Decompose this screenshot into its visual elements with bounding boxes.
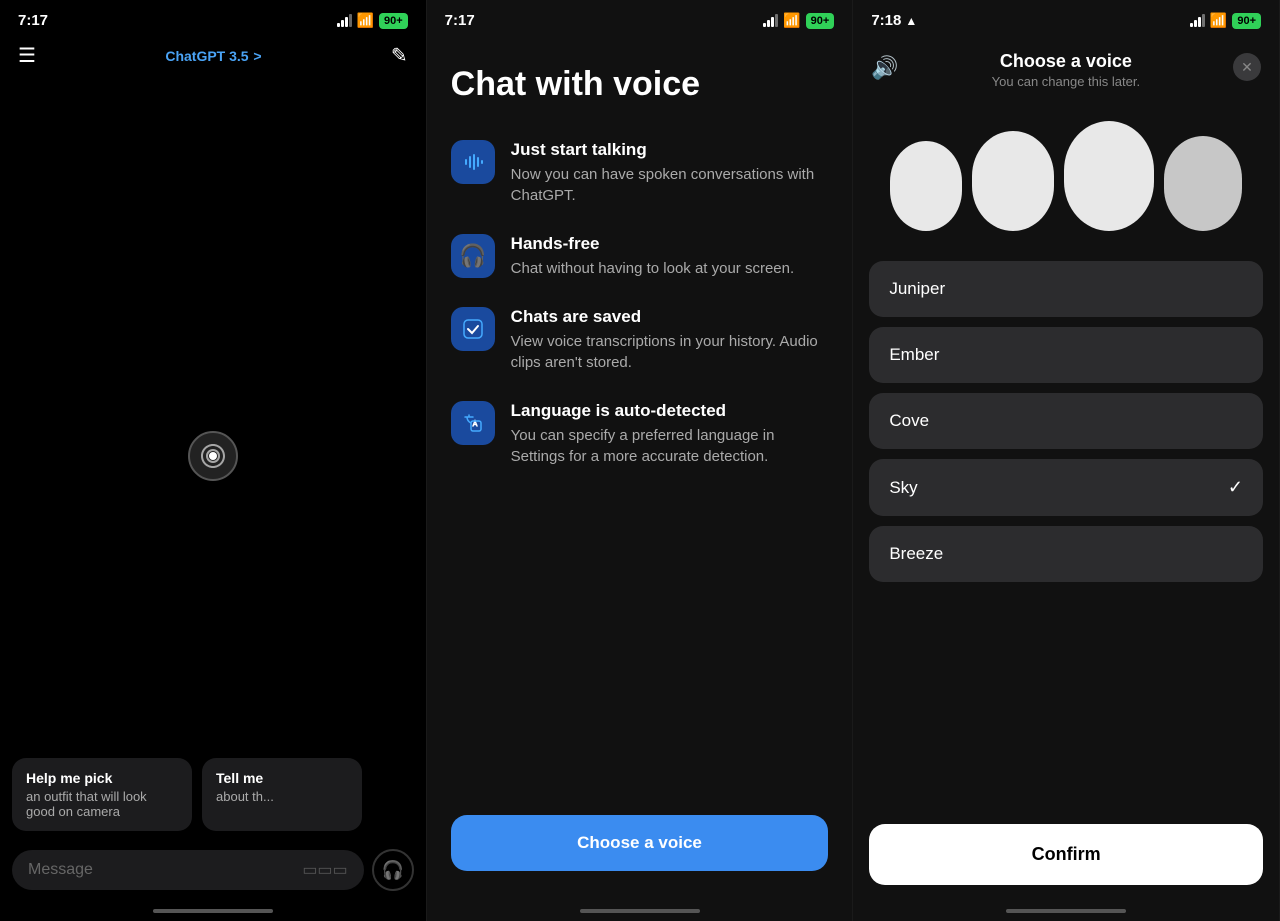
voice-sky[interactable]: Sky ✓ xyxy=(869,459,1263,516)
home-indicator-1 xyxy=(153,909,273,913)
chip-outfit[interactable]: Help me pick an outfit that will look go… xyxy=(12,758,192,831)
feat-desc-0: Now you can have spoken conversations wi… xyxy=(511,164,829,206)
feat-desc-2: View voice transcriptions in your histor… xyxy=(511,331,829,373)
check-mark-sky: ✓ xyxy=(1228,477,1243,498)
voice-header: 🔊 Choose a voice You can change this lat… xyxy=(853,35,1279,97)
voice-header-center: Choose a voice You can change this later… xyxy=(899,51,1233,89)
feat-title-2: Chats are saved xyxy=(511,307,829,327)
feat-title-1: Hands-free xyxy=(511,234,795,254)
avatar-4 xyxy=(1164,136,1242,231)
home-indicator-2 xyxy=(580,909,700,913)
feat-desc-1: Chat without having to look at your scre… xyxy=(511,258,795,279)
status-bar-2: 7:17 📶 90+ xyxy=(427,0,853,35)
suggestion-chips: Help me pick an outfit that will look go… xyxy=(0,758,426,831)
feature-handsfree-text: Hands-free Chat without having to look a… xyxy=(511,234,795,279)
panel-choose-voice: 7:18 ▲ 📶 90+ 🔊 Choose a voice You can ch… xyxy=(853,0,1280,921)
time-2: 7:17 xyxy=(445,12,475,29)
feature-list: Just start talking Now you can have spok… xyxy=(451,140,829,467)
avatars-row xyxy=(853,97,1279,261)
feature-language: Language is auto-detected You can specif… xyxy=(451,401,829,467)
top-nav-1: ☰ ChatGPT 3.5 > ✎ xyxy=(0,35,426,80)
chat-voice-title: Chat with voice xyxy=(451,65,829,104)
voice-breeze[interactable]: Breeze xyxy=(869,526,1263,582)
status-icons-2: 📶 90+ xyxy=(763,12,834,29)
handsfree-icon: 🎧 xyxy=(451,234,495,278)
status-left-3: 7:18 ▲ xyxy=(871,12,917,29)
battery-3: 90+ xyxy=(1232,13,1261,29)
feat-title-0: Just start talking xyxy=(511,140,829,160)
chip1-title: Help me pick xyxy=(26,770,178,786)
chip2-sub: about th... xyxy=(216,789,348,804)
feat-desc-3: You can specify a preferred language in … xyxy=(511,425,829,467)
hamburger-icon[interactable]: ☰ xyxy=(18,43,36,68)
signal-icon-3 xyxy=(1190,14,1205,27)
avatar-1 xyxy=(890,141,962,231)
wifi-icon-1: 📶 xyxy=(357,12,374,29)
waveform-icon: ▭▭▭ xyxy=(302,860,347,880)
feature-handsfree: 🎧 Hands-free Chat without having to look… xyxy=(451,234,829,279)
battery-1: 90+ xyxy=(379,13,408,29)
feature-language-text: Language is auto-detected You can specif… xyxy=(511,401,829,467)
voice-juniper[interactable]: Juniper xyxy=(869,261,1263,317)
voice-cove[interactable]: Cove xyxy=(869,393,1263,449)
voice-content: Chat with voice Just start talking Now y… xyxy=(427,35,853,497)
status-bar-3: 7:18 ▲ 📶 90+ xyxy=(853,0,1279,35)
feature-talking: Just start talking Now you can have spok… xyxy=(451,140,829,206)
status-icons-3: 📶 90+ xyxy=(1190,12,1261,29)
headphone-icon: 🎧 xyxy=(381,860,403,881)
compose-icon[interactable]: ✎ xyxy=(391,43,408,68)
voice-name-breeze: Breeze xyxy=(889,544,943,564)
message-placeholder: Message xyxy=(28,861,93,879)
message-bar: Message ▭▭▭ 🎧 xyxy=(12,849,414,891)
choose-voice-button[interactable]: Choose a voice xyxy=(451,815,829,871)
voice-list: Juniper Ember Cove Sky ✓ Breeze xyxy=(853,261,1279,582)
wifi-icon-3: 📶 xyxy=(1210,12,1227,29)
mic-button[interactable]: 🎧 xyxy=(372,849,414,891)
panel-chatgpt-main: 7:17 📶 90+ ☰ ChatGPT 3.5 > ✎ xyxy=(0,0,427,921)
language-icon xyxy=(451,401,495,445)
avatar-2 xyxy=(972,131,1054,231)
voice-name-ember: Ember xyxy=(889,345,939,365)
feature-saved: Chats are saved View voice transcription… xyxy=(451,307,829,373)
location-icon: ▲ xyxy=(905,14,917,28)
chip1-sub: an outfit that will look good on camera xyxy=(26,789,178,819)
voice-header-title: Choose a voice xyxy=(899,51,1233,72)
chip-tellme[interactable]: Tell me about th... xyxy=(202,758,362,831)
time-1: 7:17 xyxy=(18,12,48,29)
signal-icon-2 xyxy=(763,14,778,27)
battery-2: 90+ xyxy=(806,13,835,29)
voice-name-sky: Sky xyxy=(889,478,917,498)
nav-title-1[interactable]: ChatGPT 3.5 > xyxy=(165,46,261,66)
wifi-icon-2: 📶 xyxy=(783,12,800,29)
home-indicator-3 xyxy=(1006,909,1126,913)
avatar-3 xyxy=(1064,121,1154,231)
voice-name-cove: Cove xyxy=(889,411,929,431)
close-button[interactable]: ✕ xyxy=(1233,53,1261,81)
signal-icon-1 xyxy=(337,14,352,27)
saved-icon xyxy=(451,307,495,351)
chip2-title: Tell me xyxy=(216,770,348,786)
voice-ember[interactable]: Ember xyxy=(869,327,1263,383)
feat-title-3: Language is auto-detected xyxy=(511,401,829,421)
confirm-button[interactable]: Confirm xyxy=(869,824,1263,885)
time-3: 7:18 xyxy=(871,12,901,29)
speaker-icon: 🔊 xyxy=(871,55,898,81)
voice-name-juniper: Juniper xyxy=(889,279,945,299)
message-input[interactable]: Message ▭▭▭ xyxy=(12,850,364,890)
talking-icon xyxy=(451,140,495,184)
status-bar-1: 7:17 📶 90+ xyxy=(0,0,426,35)
openai-logo xyxy=(188,431,238,481)
feature-saved-text: Chats are saved View voice transcription… xyxy=(511,307,829,373)
feature-talking-text: Just start talking Now you can have spok… xyxy=(511,140,829,206)
voice-header-sub: You can change this later. xyxy=(899,74,1233,89)
openai-logo-area xyxy=(188,431,238,481)
panel-chat-voice: 7:17 📶 90+ Chat with voice xyxy=(427,0,854,921)
status-icons-1: 📶 90+ xyxy=(337,12,408,29)
